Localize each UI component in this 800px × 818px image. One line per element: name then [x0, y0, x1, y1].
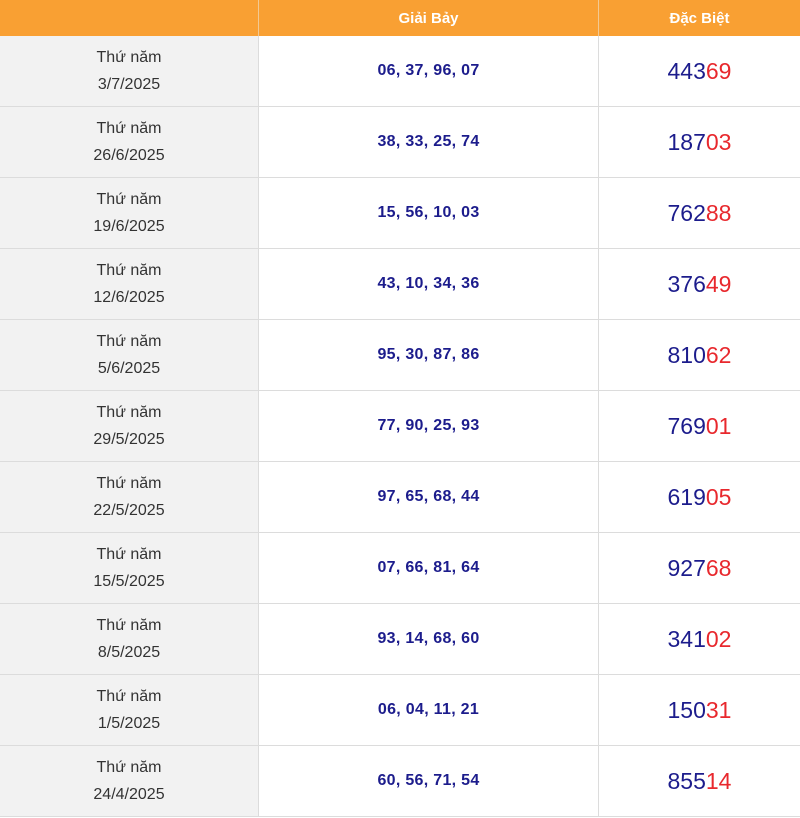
special-prize-tail: 31: [705, 696, 732, 723]
date-cell: Thứ năm 22/5/2025: [0, 461, 259, 533]
table-body: Thứ năm 3/7/2025 06, 37, 96, 07 44369 Th…: [0, 36, 800, 817]
draw-date: 8/5/2025: [97, 644, 161, 661]
special-prize-tail: 02: [705, 625, 732, 652]
special-prize: 18703: [598, 106, 800, 178]
special-prize-tail: 01: [705, 412, 732, 439]
prize7-numbers: 43, 10, 34, 36: [258, 248, 599, 320]
weekday-label: Thứ năm: [96, 333, 162, 350]
table-row: Thứ năm 3/7/2025 06, 37, 96, 07 44369: [0, 36, 800, 107]
special-prize-tail: 68: [705, 554, 732, 581]
date-cell: Thứ năm 5/6/2025: [0, 319, 259, 391]
special-prize-tail: 05: [705, 483, 732, 510]
draw-date: 15/5/2025: [93, 573, 165, 590]
special-prize-head: 769: [667, 412, 706, 439]
weekday-label: Thứ năm: [96, 120, 162, 137]
special-prize-tail: 03: [705, 128, 732, 155]
special-prize: 37649: [598, 248, 800, 320]
draw-date: 5/6/2025: [97, 360, 161, 377]
date-cell: Thứ năm 24/4/2025: [0, 745, 259, 817]
special-prize: 34102: [598, 603, 800, 675]
date-cell: Thứ năm 26/6/2025: [0, 106, 259, 178]
special-prize-head: 376: [667, 270, 706, 297]
weekday-label: Thứ năm: [96, 546, 162, 563]
weekday-label: Thứ năm: [96, 262, 162, 279]
special-prize-head: 150: [667, 696, 706, 723]
table-row: Thứ năm 26/6/2025 38, 33, 25, 74 18703: [0, 106, 800, 178]
special-prize: 85514: [598, 745, 800, 817]
table-row: Thứ năm 15/5/2025 07, 66, 81, 64 92768: [0, 532, 800, 604]
date-cell: Thứ năm 3/7/2025: [0, 36, 259, 107]
date-cell: Thứ năm 8/5/2025: [0, 603, 259, 675]
date-cell: Thứ năm 15/5/2025: [0, 532, 259, 604]
special-prize: 61905: [598, 461, 800, 533]
special-prize-tail: 49: [705, 270, 732, 297]
lottery-results-table: Giải Bảy Đặc Biệt Thứ năm 3/7/2025 06, 3…: [0, 0, 800, 817]
special-prize: 76288: [598, 177, 800, 249]
special-prize-tail: 69: [705, 57, 732, 84]
header-row: Giải Bảy Đặc Biệt: [0, 0, 800, 36]
draw-date: 24/4/2025: [93, 786, 165, 803]
special-prize-head: 619: [667, 483, 706, 510]
prize7-numbers: 97, 65, 68, 44: [258, 461, 599, 533]
special-prize-head: 443: [667, 57, 706, 84]
draw-date: 29/5/2025: [93, 431, 165, 448]
prize7-numbers: 38, 33, 25, 74: [258, 106, 599, 178]
date-cell: Thứ năm 19/6/2025: [0, 177, 259, 249]
header-prize7: Giải Bảy: [258, 0, 599, 36]
table-row: Thứ năm 19/6/2025 15, 56, 10, 03 76288: [0, 177, 800, 249]
weekday-label: Thứ năm: [96, 475, 162, 492]
table-row: Thứ năm 12/6/2025 43, 10, 34, 36 37649: [0, 248, 800, 320]
header-special: Đặc Biệt: [598, 0, 800, 36]
weekday-label: Thứ năm: [96, 617, 162, 634]
date-cell: Thứ năm 1/5/2025: [0, 674, 259, 746]
date-cell: Thứ năm 29/5/2025: [0, 390, 259, 462]
prize7-numbers: 15, 56, 10, 03: [258, 177, 599, 249]
special-prize-head: 855: [667, 767, 706, 794]
table-row: Thứ năm 22/5/2025 97, 65, 68, 44 61905: [0, 461, 800, 533]
prize7-numbers: 95, 30, 87, 86: [258, 319, 599, 391]
date-cell: Thứ năm 12/6/2025: [0, 248, 259, 320]
table-row: Thứ năm 1/5/2025 06, 04, 11, 21 15031: [0, 674, 800, 746]
draw-date: 22/5/2025: [93, 502, 165, 519]
header-date: [0, 0, 259, 36]
special-prize-head: 187: [667, 128, 706, 155]
draw-date: 12/6/2025: [93, 289, 165, 306]
prize7-numbers: 06, 37, 96, 07: [258, 36, 599, 107]
special-prize-head: 927: [667, 554, 706, 581]
special-prize: 76901: [598, 390, 800, 462]
prize7-numbers: 60, 56, 71, 54: [258, 745, 599, 817]
weekday-label: Thứ năm: [96, 191, 162, 208]
weekday-label: Thứ năm: [96, 49, 162, 66]
prize7-numbers: 07, 66, 81, 64: [258, 532, 599, 604]
prize7-numbers: 06, 04, 11, 21: [258, 674, 599, 746]
table-row: Thứ năm 8/5/2025 93, 14, 68, 60 34102: [0, 603, 800, 675]
table-row: Thứ năm 5/6/2025 95, 30, 87, 86 81062: [0, 319, 800, 391]
special-prize: 81062: [598, 319, 800, 391]
special-prize-tail: 14: [705, 767, 732, 794]
special-prize-tail: 88: [705, 199, 732, 226]
prize7-numbers: 93, 14, 68, 60: [258, 603, 599, 675]
draw-date: 3/7/2025: [97, 76, 161, 93]
special-prize-head: 341: [667, 625, 706, 652]
special-prize: 15031: [598, 674, 800, 746]
special-prize-tail: 62: [705, 341, 732, 368]
draw-date: 19/6/2025: [93, 218, 165, 235]
draw-date: 1/5/2025: [97, 715, 161, 732]
weekday-label: Thứ năm: [96, 688, 162, 705]
special-prize-head: 762: [667, 199, 706, 226]
weekday-label: Thứ năm: [96, 404, 162, 421]
draw-date: 26/6/2025: [93, 147, 165, 164]
table-row: Thứ năm 29/5/2025 77, 90, 25, 93 76901: [0, 390, 800, 462]
special-prize: 92768: [598, 532, 800, 604]
table-header: Giải Bảy Đặc Biệt: [0, 0, 800, 36]
special-prize-head: 810: [667, 341, 706, 368]
prize7-numbers: 77, 90, 25, 93: [258, 390, 599, 462]
table-row: Thứ năm 24/4/2025 60, 56, 71, 54 85514: [0, 745, 800, 817]
special-prize: 44369: [598, 36, 800, 107]
weekday-label: Thứ năm: [96, 759, 162, 776]
